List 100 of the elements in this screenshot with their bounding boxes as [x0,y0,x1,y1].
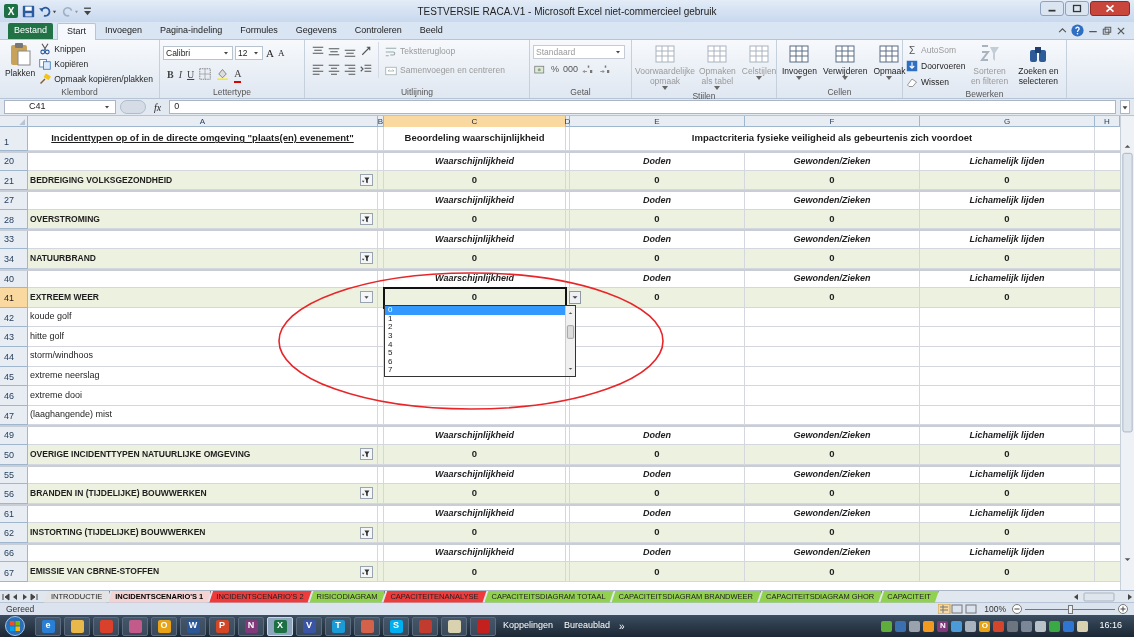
row-header[interactable]: 55 [0,466,28,485]
tray-icon[interactable]: N [937,620,949,632]
ribbon-button[interactable]: Wissen [906,75,966,89]
zoom-out-icon[interactable] [1012,604,1022,614]
shrink-font-button[interactable]: A [276,46,286,60]
tray-icon[interactable] [923,620,935,632]
dropdown-option[interactable]: 6 [385,357,565,367]
ribbon-button[interactable]: Kopiëren [39,57,153,71]
align-middle-icon[interactable] [328,45,340,57]
customize-caret-icon[interactable] [83,5,92,17]
taskbar-button[interactable] [441,616,467,636]
row-header[interactable]: 21 [0,170,28,191]
row-header[interactable]: 42 [0,307,28,328]
row-header[interactable]: 61 [0,505,28,524]
column-header[interactable]: A [28,116,378,127]
dropdown-option[interactable]: 1 [385,314,565,324]
file-tab[interactable]: Bestand [8,23,54,39]
row-header[interactable]: 40 [0,270,28,289]
expand-icon[interactable] [1120,100,1130,114]
align-left-icon[interactable] [312,63,324,75]
row-header[interactable]: 50 [0,444,28,465]
dropdown-option[interactable]: 4 [385,340,565,350]
taskbar-button[interactable]: e [35,616,61,636]
row-header[interactable]: 46 [0,386,28,406]
tray-icon[interactable] [951,620,963,632]
filter-icon[interactable] [360,448,373,461]
font-size-field[interactable]: 12 [235,46,263,61]
filter-icon[interactable] [360,213,373,226]
row-header[interactable]: 43 [0,327,28,347]
restore-icon[interactable] [1102,25,1112,36]
row-header[interactable]: 49 [0,427,28,445]
column-header[interactable]: E [570,116,745,127]
row-header[interactable]: 28 [0,209,28,230]
row-header[interactable]: 62 [0,523,28,543]
filter-icon[interactable] [360,252,373,265]
ribbon-tab[interactable]: Invoegen [96,23,152,39]
font-color-button[interactable]: A [234,65,242,83]
taskbar-button[interactable]: W [180,616,206,636]
row-header[interactable]: 67 [0,562,28,583]
column-header[interactable]: G [920,116,1095,127]
tray-icon[interactable] [1035,620,1047,632]
taskbar-button[interactable]: V [296,616,322,636]
row-header[interactable]: 56 [0,484,28,504]
dropdown-option[interactable]: 2 [385,323,565,332]
align-right-icon[interactable] [344,63,356,75]
toolbar-link[interactable]: Bureaublad [560,619,615,633]
taskbar-button[interactable]: X [267,616,293,636]
row-header[interactable]: 45 [0,366,28,387]
orientation-icon[interactable] [360,45,372,57]
currency-icon[interactable] [533,63,547,76]
taskbar-button[interactable] [64,616,90,636]
row-header[interactable]: 27 [0,192,28,210]
row-header[interactable]: 41 [0,288,28,308]
ribbon-button[interactable]: Verwijderen [820,42,871,81]
close-icon[interactable] [1090,1,1130,16]
taskbar-button[interactable]: P [209,616,235,636]
view-buttons-icon[interactable] [938,604,979,614]
column-header[interactable]: D [566,116,570,127]
column-header[interactable]: F [745,116,920,127]
ribbon-tab[interactable]: Pagina-indeling [151,23,232,39]
ribbon-tab[interactable]: Formules [231,23,287,39]
taskbar-button[interactable] [354,616,380,636]
row-header[interactable]: 1 [0,127,28,151]
ribbon-button[interactable]: Knippen [39,42,153,56]
close-icon[interactable] [1116,25,1126,36]
row-header[interactable]: 34 [0,248,28,269]
ribbon-tab[interactable]: Controleren [345,23,411,39]
formula-input[interactable]: 0 [169,100,1116,114]
dropdown-icon[interactable] [360,291,373,304]
taskbar-button[interactable]: N [238,616,264,636]
filter-icon[interactable] [360,173,373,186]
slider-thumb[interactable] [1068,604,1073,614]
more-button[interactable]: » [617,618,627,634]
row-header[interactable]: 66 [0,544,28,563]
filter-icon[interactable] [360,487,373,500]
bold-button[interactable]: B [167,66,174,82]
horizontal-scrollbar[interactable] [1072,591,1134,602]
align-center-icon[interactable] [328,63,340,75]
ribbon-tab[interactable]: Beeld [410,23,452,39]
italic-button[interactable]: I [178,66,182,82]
ribbon-button[interactable]: Zoeken en selecteren [1013,42,1063,86]
filter-icon[interactable] [360,526,373,539]
align-top-icon[interactable] [312,45,324,57]
indent-icon[interactable] [360,63,372,75]
help-icon[interactable] [1071,24,1084,37]
name-box[interactable]: C41 [4,100,116,114]
row-header[interactable]: 33 [0,231,28,249]
dropdown-list[interactable]: 0 1 2 3 4 5 6 7 [384,305,576,378]
row-header[interactable]: 20 [0,153,28,171]
toolbar-link[interactable]: Koppelingen [499,619,558,633]
ribbon-button[interactable]: Doorvoeren [906,59,966,73]
ribbon-button[interactable]: Opmaak [870,42,909,81]
dropdown-option[interactable]: 7 [385,366,565,375]
filter-icon[interactable] [360,565,373,578]
insert-function-button[interactable]: fx [150,99,166,115]
restore-icon[interactable] [1065,1,1089,16]
save-icon[interactable] [22,4,35,18]
tray-icon[interactable] [909,620,921,632]
ribbon-tab[interactable]: Gegevens [286,23,346,39]
tray-icon[interactable] [1049,620,1061,632]
